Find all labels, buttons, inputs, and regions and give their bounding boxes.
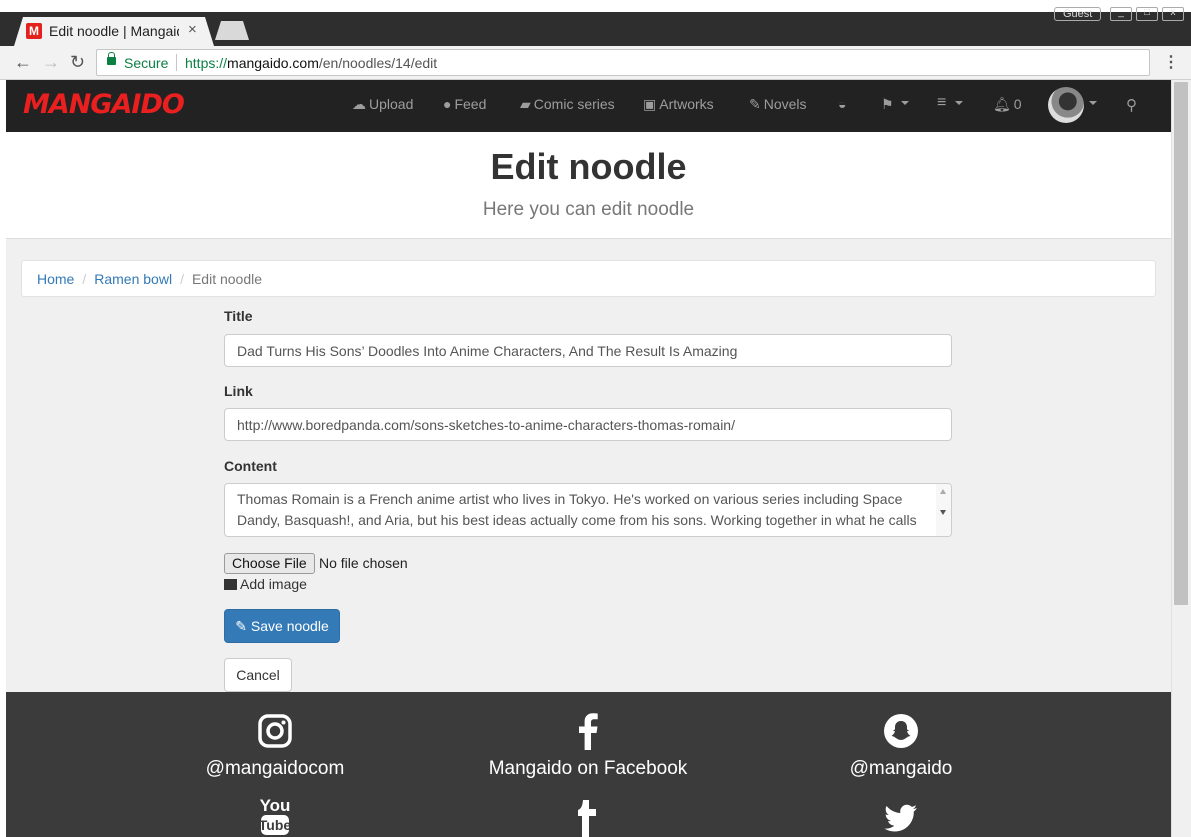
page-scrollbar[interactable] [1171, 80, 1191, 837]
site-navbar: MANGAIDO ☁ Upload ● Feed ▰ Comic series ▣ Ar… [6, 80, 1171, 132]
svg-text:Tube: Tube [259, 817, 292, 833]
chevron-down-icon [901, 101, 909, 105]
nav-artworks[interactable]: ▣ Artworks [643, 96, 714, 113]
site-logo[interactable]: MANGAIDO [23, 89, 185, 120]
profile-badge[interactable]: Guest [1054, 7, 1102, 21]
breadcrumb-separator: / [180, 271, 184, 287]
url-scheme: https:// [185, 55, 228, 71]
cancel-button[interactable]: Cancel [224, 658, 292, 692]
lock-icon [107, 52, 116, 65]
content-label: Content [224, 458, 277, 474]
scroll-down-icon[interactable] [940, 510, 946, 515]
image-icon [224, 579, 237, 590]
title-label: Title [224, 308, 253, 324]
nav-novels[interactable]: ✎ Novels [749, 96, 807, 113]
chevron-down-icon [955, 101, 963, 105]
nav-comic-series-label: Comic series [533, 96, 615, 112]
link-label: Link [224, 383, 253, 399]
page-title: Edit noodle [490, 146, 687, 187]
book-icon: ▰ [520, 96, 531, 112]
page-viewport: MANGAIDO ☁ Upload ● Feed ▰ Comic series ▣ Ar… [6, 80, 1171, 837]
new-tab-button[interactable] [215, 21, 249, 40]
url-path: /en/noodles/14/edit [318, 55, 438, 71]
search-icon[interactable]: ⚲ [1126, 96, 1137, 114]
file-status: No file chosen [319, 555, 408, 571]
notifications-count: 0 [1013, 96, 1022, 112]
choose-file-button[interactable]: Choose File [224, 553, 315, 574]
edit-icon: ✎ [749, 96, 761, 112]
site-footer: @mangaidocom Mangaido on Facebook @manga… [6, 692, 1171, 837]
facebook-icon [579, 713, 598, 750]
instagram-link[interactable]: @mangaidocom [125, 714, 425, 780]
ramen-bowl-icon[interactable]: ◒ [838, 96, 846, 112]
breadcrumb-separator: / [82, 271, 87, 287]
pencil-icon: ✎ [235, 618, 247, 634]
link-input[interactable] [224, 408, 952, 441]
forward-icon[interactable]: → [42, 52, 60, 73]
picture-icon: ▣ [643, 96, 657, 112]
youtube-icon: You Tube [259, 796, 292, 835]
tumblr-icon [578, 800, 596, 837]
nav-novels-label: Novels [763, 96, 807, 112]
add-image-text: Add image [240, 576, 307, 592]
nav-upload-label: Upload [369, 96, 414, 112]
flag-icon[interactable]: ⚑ [881, 96, 894, 113]
comments-icon: ● [443, 96, 452, 112]
page-header: Edit noodle Here you can edit noodle [6, 132, 1171, 239]
scroll-up-icon[interactable] [940, 489, 946, 494]
avatar[interactable] [1048, 87, 1084, 123]
breadcrumb: Home / Ramen bowl / Edit noodle [21, 260, 1156, 297]
nav-feed-label: Feed [454, 96, 487, 112]
secure-label: Secure [124, 55, 169, 71]
nav-artworks-label: Artworks [659, 96, 714, 112]
list-menu-icon[interactable]: ≡ [937, 94, 946, 112]
textarea-scrollbar[interactable] [936, 484, 951, 536]
breadcrumb-ramen-bowl[interactable]: Ramen bowl [94, 271, 172, 287]
breadcrumb-home[interactable]: Home [37, 271, 74, 287]
maximize-icon[interactable]: □ [1136, 7, 1158, 21]
url-host: mangaido.com [227, 55, 319, 71]
svg-text:You: You [260, 796, 291, 815]
twitter-link[interactable] [751, 804, 1051, 834]
url-divider [176, 54, 177, 71]
tab-title: Edit noodle | Mangaido [49, 23, 179, 39]
cloud-upload-icon: ☁ [352, 96, 366, 112]
page-subtitle: Here you can edit noodle [482, 199, 695, 220]
minimize-icon[interactable]: _ [1110, 7, 1132, 21]
snapchat-icon [884, 714, 918, 748]
facebook-link[interactable]: Mangaido on Facebook [438, 712, 738, 780]
notifications-button[interactable]: 🔔︎ 0 [993, 96, 1022, 113]
instagram-handle: @mangaidocom [205, 758, 345, 779]
snapchat-handle: @mangaido [849, 758, 953, 779]
menu-kebab-icon[interactable]: ⋮ [1163, 52, 1179, 72]
facebook-label: Mangaido on Facebook [488, 758, 688, 779]
back-icon[interactable]: ← [14, 52, 32, 73]
chevron-down-icon [1089, 101, 1097, 105]
reload-icon[interactable]: ↻ [70, 52, 85, 73]
snapchat-link[interactable]: @mangaido [751, 714, 1051, 780]
close-tab-icon[interactable]: × [188, 21, 197, 38]
save-noodle-button[interactable]: ✎ Save noodle [224, 609, 340, 643]
browser-toolbar: ← → ↻ Secure https://mangaido.com/en/noo… [0, 46, 1191, 80]
nav-feed[interactable]: ● Feed [443, 96, 486, 112]
nav-comic-series[interactable]: ▰ Comic series [520, 96, 615, 113]
address-bar[interactable]: Secure https://mangaido.com/en/noodles/1… [96, 49, 1150, 76]
bell-icon: 🔔︎ [993, 96, 1011, 112]
favicon-icon: M [26, 23, 42, 39]
breadcrumb-current: Edit noodle [191, 271, 263, 287]
instagram-icon [258, 714, 292, 748]
browser-tab[interactable]: M Edit noodle | Mangaido × [14, 17, 214, 46]
scrollbar-thumb[interactable] [1174, 82, 1188, 605]
content-textarea[interactable]: Thomas Romain is a French anime artist w… [224, 483, 952, 537]
youtube-link[interactable]: You Tube [125, 795, 425, 835]
close-window-icon[interactable]: x [1162, 7, 1184, 21]
title-input[interactable] [224, 334, 952, 367]
content-text: Thomas Romain is a French anime artist w… [237, 491, 917, 536]
nav-upload[interactable]: ☁ Upload [352, 96, 413, 113]
twitter-icon [884, 804, 917, 832]
save-noodle-label: Save noodle [250, 618, 329, 634]
tumblr-link[interactable] [438, 800, 738, 837]
add-image-label[interactable]: Add image [224, 576, 307, 592]
url-text: https://mangaido.com/en/noodles/14/edit [185, 55, 437, 71]
